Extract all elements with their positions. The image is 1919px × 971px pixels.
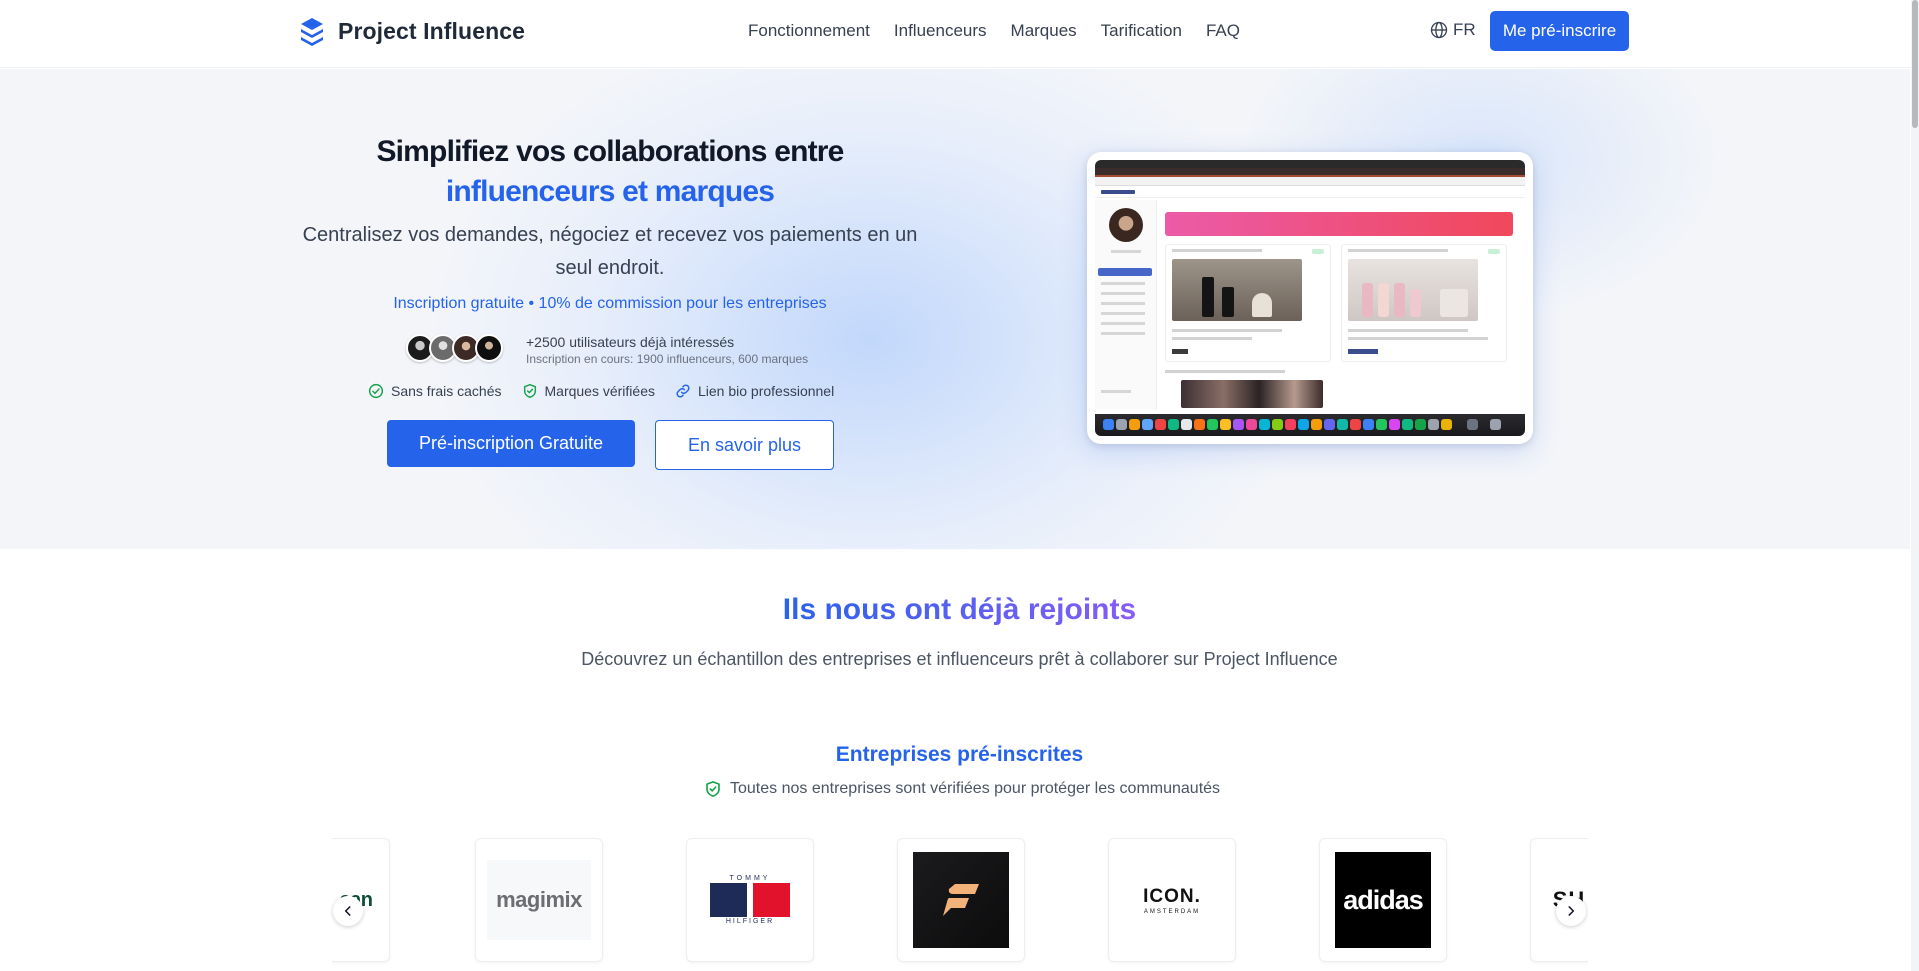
feature-verified-brands: Marques vérifiées [522, 383, 656, 399]
users-count: +2500 utilisateurs déjà intéressés Inscr… [526, 334, 809, 366]
brand-logo[interactable]: Project Influence [299, 15, 525, 47]
company-logo-carousel: ean magimix TOMMY HILFIGER ICON. AMSTERD… [332, 838, 1588, 971]
f-mark-icon [943, 884, 979, 916]
company-logo-card-tommy-hilfiger[interactable]: TOMMY HILFIGER [686, 838, 814, 962]
joined-section-title: Ils nous ont déjà rejoints [0, 593, 1919, 627]
link-icon [676, 384, 690, 398]
icon-amsterdam-logo: ICON. AMSTERDAM [1143, 886, 1201, 915]
feature-label: Marques vérifiées [544, 383, 656, 399]
app-preview-image [1087, 152, 1533, 444]
language-selector[interactable]: FR [1430, 20, 1476, 40]
nav-link-tarification[interactable]: Tarification [1101, 21, 1182, 41]
avatar [475, 334, 503, 362]
free-preregistration-button[interactable]: Pré-inscription Gratuite [387, 420, 635, 467]
adidas-logo: adidas [1335, 852, 1431, 948]
icon-logo-main: ICON. [1143, 885, 1201, 907]
icon-logo-sub: AMSTERDAM [1143, 908, 1201, 915]
carousel-next-button[interactable] [1556, 896, 1586, 926]
language-label: FR [1453, 20, 1476, 39]
feature-label: Sans frais cachés [391, 383, 502, 399]
shield-check-icon [523, 383, 536, 399]
company-logo-card-magimix[interactable]: magimix [475, 838, 603, 962]
companies-title: Entreprises pré-inscrites [835, 743, 1084, 766]
nav-link-faq[interactable]: FAQ [1206, 21, 1240, 41]
hero-section: Simplifiez vos collaborations entre infl… [0, 69, 1910, 549]
pricing-note: Inscription gratuite • 10% de commission… [393, 295, 827, 312]
check-circle-icon [368, 383, 384, 399]
chevron-right-icon [1568, 906, 1575, 916]
main-nav: Fonctionnement Influenceurs Marques Tari… [748, 21, 1240, 41]
chevron-left-icon [344, 906, 351, 916]
hero-title-line1: Simplifiez vos collaborations entre [376, 135, 844, 168]
users-count-detail: Inscription en cours: 1900 influenceurs,… [526, 352, 809, 366]
hero-subtitle: Centralisez vos demandes, négociez et re… [302, 224, 918, 279]
tommy-logo-top-text: TOMMY [710, 874, 790, 883]
company-logo-card-adidas[interactable]: adidas [1319, 838, 1447, 962]
learn-more-button[interactable]: En savoir plus [655, 420, 834, 470]
shield-check-icon [706, 781, 720, 797]
preregister-button[interactable]: Me pré-inscrire [1490, 11, 1629, 51]
nav-link-marques[interactable]: Marques [1011, 21, 1077, 41]
page-scrollbar[interactable] [1911, 0, 1919, 971]
app-preview-screen [1095, 160, 1525, 436]
brand-f-logo [913, 852, 1009, 948]
feature-no-hidden-fees: Sans frais cachés [368, 383, 502, 399]
avatar-group [406, 334, 503, 362]
company-logo-card-icon-amsterdam[interactable]: ICON. AMSTERDAM [1108, 838, 1236, 962]
verified-note-text: Toutes nos entreprises sont vérifiées po… [730, 780, 1221, 797]
globe-icon [1430, 21, 1448, 39]
magimix-logo: magimix [487, 860, 591, 940]
hero-title-accent: influenceurs et marques [445, 175, 775, 208]
tommy-hilfiger-logo: TOMMY HILFIGER [710, 874, 790, 926]
top-navbar: Project Influence Fonctionnement Influen… [0, 0, 1919, 68]
users-count-main: +2500 utilisateurs déjà intéressés [526, 334, 735, 350]
brand-name: Project Influence [338, 17, 526, 44]
nav-link-fonctionnement[interactable]: Fonctionnement [748, 21, 870, 41]
companies-verified-note: Toutes nos entreprises sont vérifiées po… [704, 780, 1220, 798]
scrollbar-thumb[interactable] [1912, 0, 1918, 128]
hero-title: Simplifiez vos collaborations entre infl… [300, 132, 920, 212]
joined-section-subtitle: Découvrez un échantillon des entreprises… [581, 649, 1338, 669]
feature-list: Sans frais cachés Marques vérifiées Lien… [368, 383, 834, 399]
stacked-layers-icon [301, 18, 323, 46]
feature-label: Lien bio professionnel [698, 383, 835, 399]
feature-pro-bio-link: Lien bio professionnel [675, 383, 834, 399]
social-proof: +2500 utilisateurs déjà intéressés Inscr… [406, 334, 808, 366]
company-logo-card-dark[interactable] [897, 838, 1025, 962]
nav-link-influenceurs[interactable]: Influenceurs [894, 21, 987, 41]
tommy-logo-bottom-text: HILFIGER [710, 917, 790, 926]
carousel-prev-button[interactable] [333, 896, 363, 926]
